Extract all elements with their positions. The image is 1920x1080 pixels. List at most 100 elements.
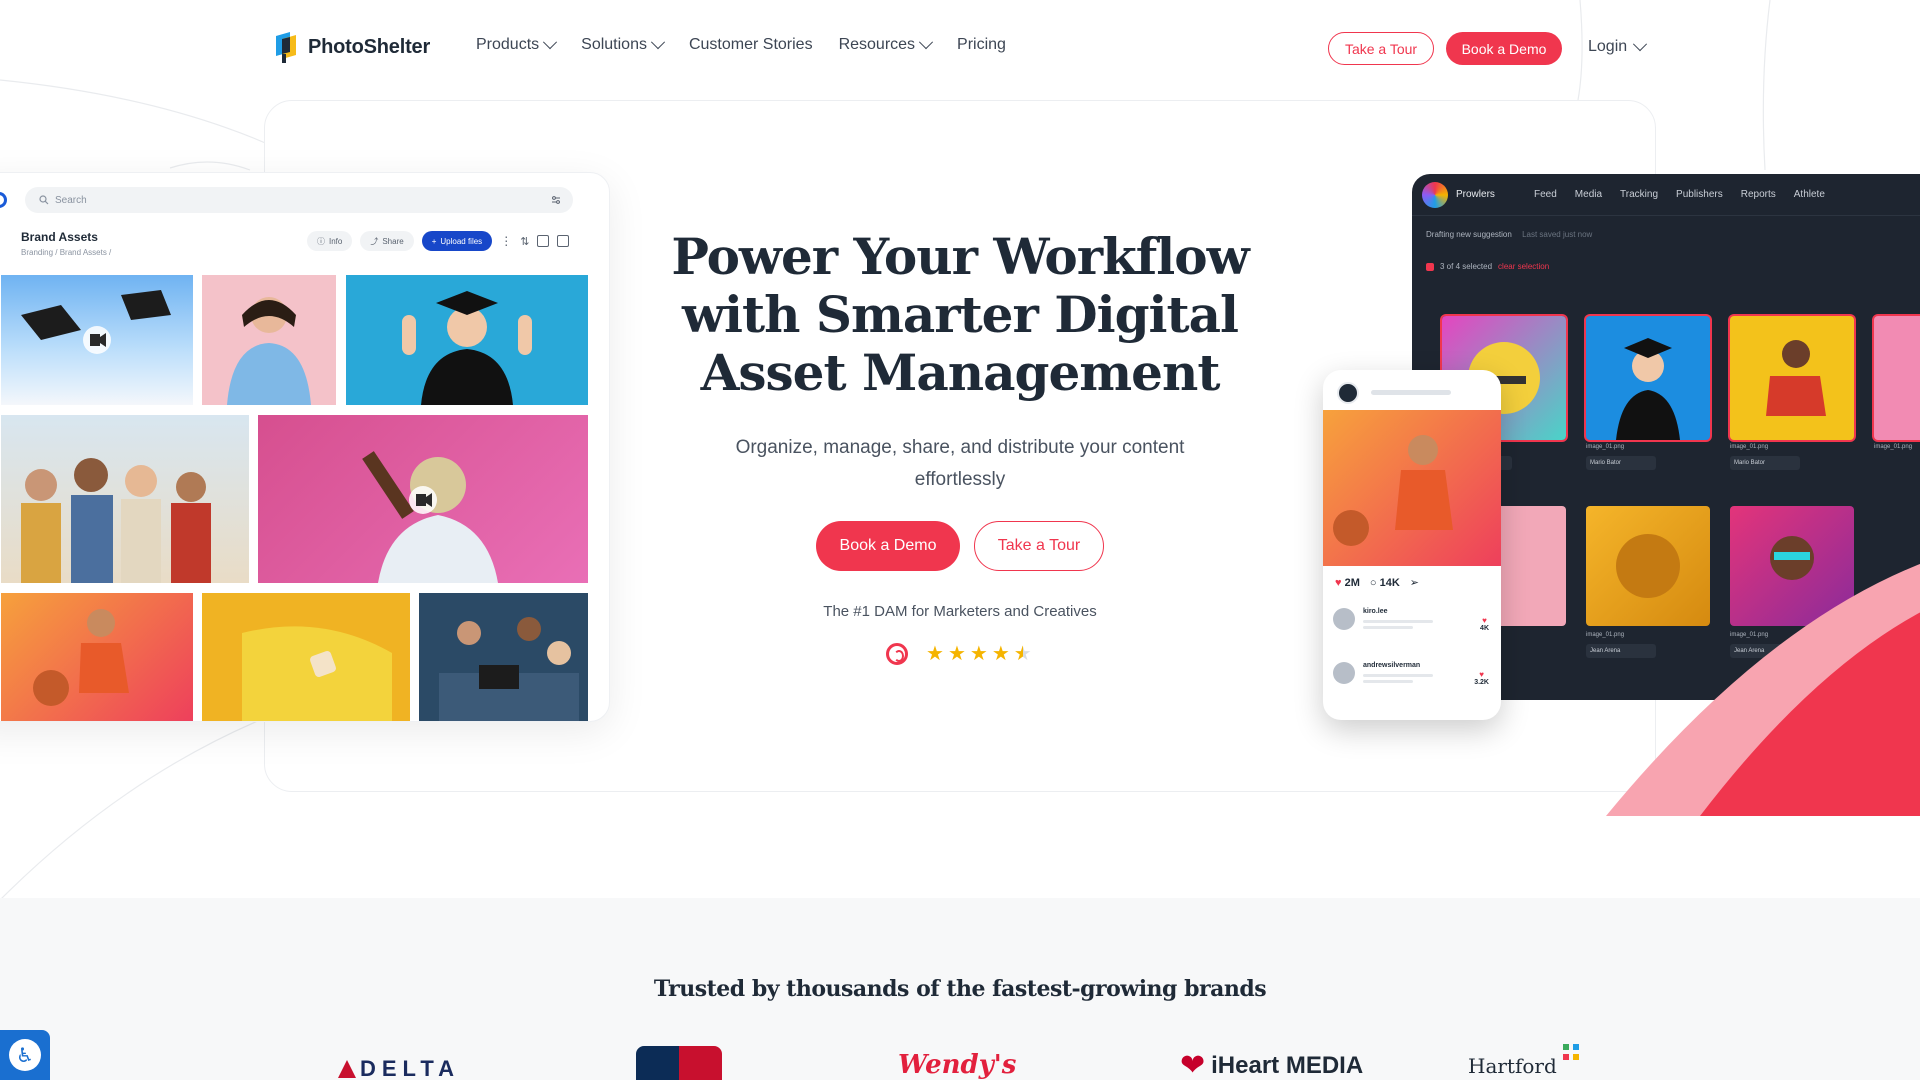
draft-label: Drafting new suggestion	[1426, 230, 1512, 239]
hartford-mark-icon	[1562, 1044, 1579, 1060]
comment-text-placeholder	[1363, 680, 1413, 683]
share-button[interactable]: ⤴ Share	[360, 231, 414, 251]
mlb-logo	[636, 1046, 722, 1080]
comment-text-placeholder	[1363, 620, 1433, 623]
sort-icon[interactable]: ⇅	[520, 235, 529, 248]
brand-logo[interactable]: PhotoShelter	[272, 30, 430, 64]
sidebar-toggle-icon	[0, 192, 7, 208]
login-label: Login	[1588, 38, 1628, 55]
star-icon: ★	[947, 643, 966, 665]
basketball-player-illustration	[33, 609, 129, 706]
upload-files-button[interactable]: + Upload files	[421, 231, 493, 251]
trusted-brands-section: Trusted by thousands of the fastest-grow…	[0, 898, 1920, 1080]
hero-take-a-tour-button[interactable]: Take a Tour	[974, 521, 1104, 571]
comment-row: kiro.lee ♥ 4K	[1333, 608, 1493, 638]
folder-breadcrumb: Branding / Brand Assets /	[21, 248, 112, 257]
info-button-label: Info	[329, 236, 343, 246]
tab-feed[interactable]: Feed	[1534, 189, 1557, 200]
hero-cta-row: Book a Demo Take a Tour	[816, 521, 1104, 571]
g2-logo-icon	[886, 643, 908, 665]
media-tile-graduate[interactable]	[1586, 316, 1710, 440]
tab-reports[interactable]: Reports	[1741, 189, 1776, 200]
nav-resources[interactable]: Resources	[838, 35, 934, 54]
comment-like-count: ♥ 4K	[1480, 616, 1489, 632]
assignee-chip-label: Mario Bator	[1734, 460, 1766, 466]
photo-nurse[interactable]	[202, 275, 336, 405]
plus-icon: +	[431, 236, 437, 246]
media-tile-cyclist[interactable]	[1730, 316, 1854, 440]
iheart-heart-icon: ❤	[1180, 1049, 1206, 1080]
media-tile-tennis[interactable]	[1874, 316, 1920, 440]
clear-selection-link[interactable]: clear selection	[1498, 262, 1549, 271]
hero-subtitle: Organize, manage, share, and distribute …	[735, 437, 1185, 490]
half-star-icon: ★	[1013, 643, 1032, 665]
nav-take-a-tour-button[interactable]: Take a Tour	[1328, 32, 1434, 65]
comments-count: 14K	[1379, 576, 1400, 589]
tab-athlete[interactable]: Athlete	[1794, 189, 1825, 200]
commenter-name: andrewsilverman	[1363, 662, 1421, 669]
tab-tracking[interactable]: Tracking	[1620, 189, 1658, 200]
delta-triangle-icon	[338, 1060, 356, 1078]
nav-products[interactable]: Products	[476, 35, 558, 54]
social-post-phone-mockup: ♥ 2M ○ 14K ➢ kiro.lee ♥ 4K andrewsilverma…	[1323, 370, 1501, 720]
comment-row: andrewsilverman ♥ 3.2K	[1333, 662, 1493, 692]
star-icon: ★	[969, 643, 988, 665]
comment-like-value: 3.2K	[1474, 679, 1489, 686]
username-placeholder	[1371, 390, 1451, 395]
assignee-chip[interactable]: Mario Bator	[1586, 456, 1656, 470]
nav-book-a-demo-button[interactable]: Book a Demo	[1446, 32, 1562, 65]
football-player-illustration	[362, 451, 498, 583]
search-bar: Search	[25, 187, 573, 213]
draft-header: Drafting new suggestion Last saved just …	[1426, 230, 1592, 239]
folder-toolbar: ⓘ Info ⤴ Share + Upload files ⋮ ⇅	[307, 231, 570, 251]
hero-tagline: The #1 DAM for Marketers and Creatives	[823, 603, 1097, 620]
draft-status: Last saved just now	[1522, 230, 1593, 239]
account-avatar	[1337, 382, 1359, 404]
more-options-icon[interactable]: ⋮	[500, 234, 512, 248]
folder-title: Brand Assets	[21, 230, 98, 244]
commenter-name: kiro.lee	[1363, 608, 1388, 615]
photo-football-player[interactable]	[258, 415, 588, 583]
photo-meeting[interactable]	[419, 593, 588, 721]
chevron-down-icon	[918, 35, 934, 50]
hartford-logo-text: Hartford	[1468, 1054, 1557, 1078]
file-name-label: image_01.png	[1874, 444, 1913, 450]
iheartmedia-logo: ❤ iHeart MEDIA	[1180, 1048, 1363, 1080]
hero-title: Power Your Workflow with Smarter Digital…	[671, 227, 1249, 402]
hero-book-a-demo-button[interactable]: Book a Demo	[816, 521, 960, 571]
app-tabs: Feed Media Tracking Publishers Reports A…	[1412, 174, 1920, 216]
photo-graduation-caps[interactable]	[1, 275, 193, 405]
photo-group-friends[interactable]	[1, 415, 249, 583]
send-icon: ➢	[1409, 577, 1419, 589]
g2-rating: ★ ★ ★ ★ ★	[886, 643, 1032, 665]
star-rating: ★ ★ ★ ★ ★	[926, 644, 1032, 664]
commenter-avatar	[1333, 662, 1355, 684]
heart-icon: ♥	[1335, 576, 1342, 589]
nav-customer-stories[interactable]: Customer Stories	[689, 36, 813, 54]
delta-logo: DELTA	[338, 1056, 460, 1080]
nav-resources-label: Resources	[838, 36, 916, 53]
tab-media[interactable]: Media	[1575, 189, 1602, 200]
likes-count: 2M	[1344, 576, 1360, 589]
info-button[interactable]: ⓘ Info	[307, 231, 353, 251]
comment-like-value: 4K	[1480, 625, 1489, 632]
checkbox-icon[interactable]	[1426, 262, 1434, 271]
photo-basketball[interactable]	[1, 593, 193, 721]
comment-like-count: ♥ 3.2K	[1474, 670, 1489, 686]
filter-icon	[552, 196, 560, 204]
accessibility-button[interactable]: ♿	[0, 1030, 50, 1080]
copy-icon[interactable]	[557, 235, 570, 247]
photo-graduate[interactable]	[346, 275, 588, 405]
nav-pricing-label: Pricing	[957, 36, 1006, 53]
login-menu[interactable]: Login	[1588, 37, 1648, 56]
tab-publishers[interactable]: Publishers	[1676, 189, 1723, 200]
nav-solutions[interactable]: Solutions	[581, 35, 666, 54]
assignee-chip[interactable]: Mario Bator	[1730, 456, 1800, 470]
upload-files-label: Upload files	[440, 236, 483, 246]
grid-view-icon[interactable]	[537, 235, 550, 247]
asset-library-mockup: Search Brand Assets Branding / Brand Ass…	[0, 172, 610, 722]
photo-vaccine[interactable]	[202, 593, 410, 721]
nav-pricing[interactable]: Pricing	[957, 36, 1006, 54]
nav-customer-stories-label: Customer Stories	[688, 36, 813, 53]
chevron-down-icon	[543, 35, 558, 50]
